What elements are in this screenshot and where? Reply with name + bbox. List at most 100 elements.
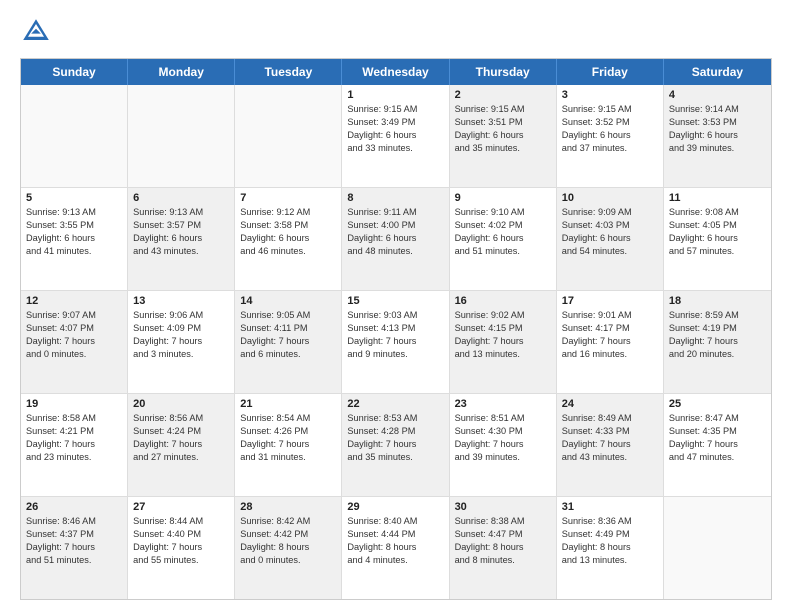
calendar-day-19: 19Sunrise: 8:58 AMSunset: 4:21 PMDayligh… [21, 394, 128, 496]
day-number: 6 [133, 192, 229, 204]
cell-info-line: and 4 minutes. [347, 554, 443, 567]
cell-info-line: and 39 minutes. [669, 142, 766, 155]
cell-info-line: Sunrise: 9:03 AM [347, 309, 443, 322]
cell-info-line: Sunset: 3:55 PM [26, 219, 122, 232]
calendar-day-11: 11Sunrise: 9:08 AMSunset: 4:05 PMDayligh… [664, 188, 771, 290]
cell-info-line: Sunset: 4:30 PM [455, 425, 551, 438]
cell-info-line: and 46 minutes. [240, 245, 336, 258]
day-number: 30 [455, 501, 551, 513]
cell-info-line: Sunrise: 8:59 AM [669, 309, 766, 322]
cell-info-line: Sunrise: 8:51 AM [455, 412, 551, 425]
cell-info-line: Sunset: 3:49 PM [347, 116, 443, 129]
day-number: 25 [669, 398, 766, 410]
calendar: SundayMondayTuesdayWednesdayThursdayFrid… [20, 58, 772, 600]
day-number: 27 [133, 501, 229, 513]
calendar-day-6: 6Sunrise: 9:13 AMSunset: 3:57 PMDaylight… [128, 188, 235, 290]
cell-info-line: and 51 minutes. [26, 554, 122, 567]
day-header-friday: Friday [557, 59, 664, 85]
cell-info-line: Sunrise: 9:05 AM [240, 309, 336, 322]
cell-info-line: and 54 minutes. [562, 245, 658, 258]
day-number: 26 [26, 501, 122, 513]
cell-info-line: Sunset: 4:35 PM [669, 425, 766, 438]
cell-info-line: and 47 minutes. [669, 451, 766, 464]
cell-info-line: Sunset: 3:58 PM [240, 219, 336, 232]
header [20, 16, 772, 48]
cell-info-line: Sunset: 4:49 PM [562, 528, 658, 541]
calendar-day-9: 9Sunrise: 9:10 AMSunset: 4:02 PMDaylight… [450, 188, 557, 290]
cell-info-line: Daylight: 6 hours [455, 129, 551, 142]
cell-info-line: Sunrise: 9:15 AM [347, 103, 443, 116]
calendar-day-14: 14Sunrise: 9:05 AMSunset: 4:11 PMDayligh… [235, 291, 342, 393]
day-number: 28 [240, 501, 336, 513]
calendar-week-5: 26Sunrise: 8:46 AMSunset: 4:37 PMDayligh… [21, 497, 771, 599]
cell-info-line: Sunset: 4:40 PM [133, 528, 229, 541]
calendar-cell-empty [235, 85, 342, 187]
calendar-day-21: 21Sunrise: 8:54 AMSunset: 4:26 PMDayligh… [235, 394, 342, 496]
calendar-day-1: 1Sunrise: 9:15 AMSunset: 3:49 PMDaylight… [342, 85, 449, 187]
cell-info-line: Sunset: 4:03 PM [562, 219, 658, 232]
day-header-sunday: Sunday [21, 59, 128, 85]
cell-info-line: and 27 minutes. [133, 451, 229, 464]
cell-info-line: and 41 minutes. [26, 245, 122, 258]
calendar-day-10: 10Sunrise: 9:09 AMSunset: 4:03 PMDayligh… [557, 188, 664, 290]
cell-info-line: Sunset: 4:33 PM [562, 425, 658, 438]
calendar-day-16: 16Sunrise: 9:02 AMSunset: 4:15 PMDayligh… [450, 291, 557, 393]
day-number: 21 [240, 398, 336, 410]
cell-info-line: Daylight: 7 hours [240, 438, 336, 451]
day-number: 11 [669, 192, 766, 204]
calendar-day-26: 26Sunrise: 8:46 AMSunset: 4:37 PMDayligh… [21, 497, 128, 599]
cell-info-line: Daylight: 7 hours [455, 438, 551, 451]
cell-info-line: Sunset: 4:00 PM [347, 219, 443, 232]
cell-info-line: Daylight: 8 hours [347, 541, 443, 554]
day-number: 15 [347, 295, 443, 307]
calendar-day-13: 13Sunrise: 9:06 AMSunset: 4:09 PMDayligh… [128, 291, 235, 393]
cell-info-line: Daylight: 6 hours [347, 232, 443, 245]
cell-info-line: and 35 minutes. [347, 451, 443, 464]
cell-info-line: Sunset: 4:13 PM [347, 322, 443, 335]
cell-info-line: Sunrise: 8:46 AM [26, 515, 122, 528]
cell-info-line: and 31 minutes. [240, 451, 336, 464]
cell-info-line: and 35 minutes. [455, 142, 551, 155]
calendar-cell-empty [21, 85, 128, 187]
cell-info-line: Sunrise: 8:56 AM [133, 412, 229, 425]
calendar-day-29: 29Sunrise: 8:40 AMSunset: 4:44 PMDayligh… [342, 497, 449, 599]
cell-info-line: Daylight: 7 hours [562, 438, 658, 451]
cell-info-line: Daylight: 7 hours [347, 438, 443, 451]
cell-info-line: and 13 minutes. [455, 348, 551, 361]
cell-info-line: Sunrise: 9:01 AM [562, 309, 658, 322]
cell-info-line: Sunset: 4:11 PM [240, 322, 336, 335]
cell-info-line: Sunset: 3:57 PM [133, 219, 229, 232]
calendar-body: 1Sunrise: 9:15 AMSunset: 3:49 PMDaylight… [21, 85, 771, 599]
cell-info-line: Sunrise: 9:15 AM [455, 103, 551, 116]
cell-info-line: Sunrise: 8:44 AM [133, 515, 229, 528]
day-number: 22 [347, 398, 443, 410]
cell-info-line: Sunset: 3:51 PM [455, 116, 551, 129]
calendar-week-1: 1Sunrise: 9:15 AMSunset: 3:49 PMDaylight… [21, 85, 771, 188]
cell-info-line: Sunrise: 9:02 AM [455, 309, 551, 322]
cell-info-line: Sunset: 4:02 PM [455, 219, 551, 232]
cell-info-line: and 23 minutes. [26, 451, 122, 464]
cell-info-line: Sunset: 4:24 PM [133, 425, 229, 438]
day-header-monday: Monday [128, 59, 235, 85]
day-number: 19 [26, 398, 122, 410]
cell-info-line: Sunrise: 8:38 AM [455, 515, 551, 528]
cell-info-line: and 37 minutes. [562, 142, 658, 155]
cell-info-line: Sunrise: 8:42 AM [240, 515, 336, 528]
day-header-saturday: Saturday [664, 59, 771, 85]
day-number: 12 [26, 295, 122, 307]
calendar-day-20: 20Sunrise: 8:56 AMSunset: 4:24 PMDayligh… [128, 394, 235, 496]
cell-info-line: Daylight: 7 hours [133, 541, 229, 554]
cell-info-line: Daylight: 6 hours [562, 232, 658, 245]
cell-info-line: Daylight: 6 hours [133, 232, 229, 245]
calendar-cell-empty [128, 85, 235, 187]
day-number: 24 [562, 398, 658, 410]
cell-info-line: Daylight: 6 hours [669, 232, 766, 245]
calendar-day-28: 28Sunrise: 8:42 AMSunset: 4:42 PMDayligh… [235, 497, 342, 599]
cell-info-line: Daylight: 7 hours [562, 335, 658, 348]
calendar-header-row: SundayMondayTuesdayWednesdayThursdayFrid… [21, 59, 771, 85]
cell-info-line: Daylight: 7 hours [669, 335, 766, 348]
day-number: 2 [455, 89, 551, 101]
calendar-day-25: 25Sunrise: 8:47 AMSunset: 4:35 PMDayligh… [664, 394, 771, 496]
calendar-day-23: 23Sunrise: 8:51 AMSunset: 4:30 PMDayligh… [450, 394, 557, 496]
cell-info-line: Sunset: 3:52 PM [562, 116, 658, 129]
